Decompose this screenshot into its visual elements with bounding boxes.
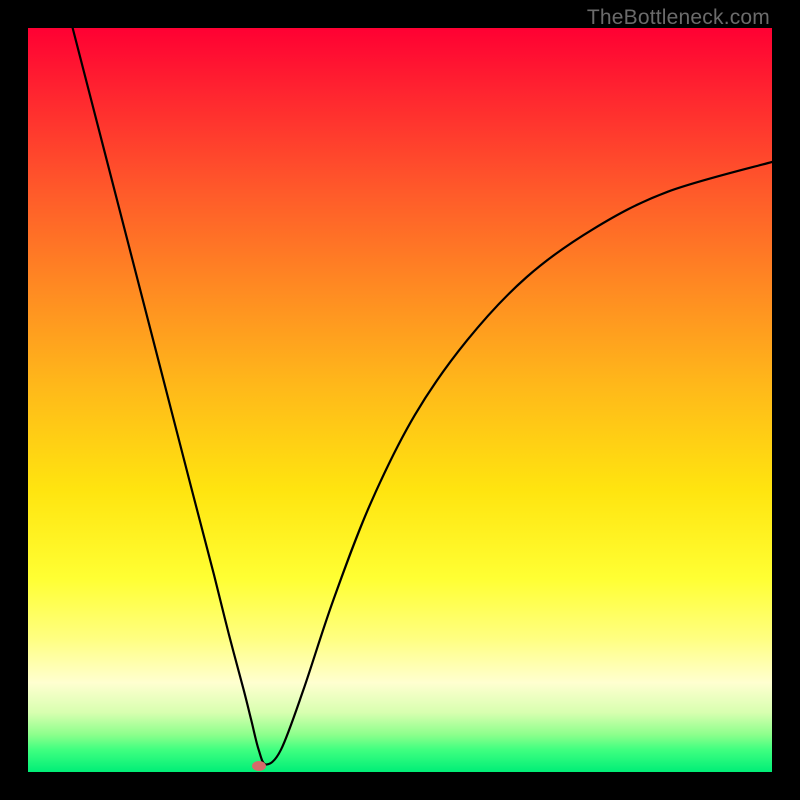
bottleneck-curve xyxy=(73,28,772,765)
chart-frame: TheBottleneck.com xyxy=(0,0,800,800)
minimum-marker xyxy=(252,761,266,771)
plot-area xyxy=(28,28,772,772)
curve-svg xyxy=(28,28,772,772)
watermark-text: TheBottleneck.com xyxy=(587,6,770,30)
